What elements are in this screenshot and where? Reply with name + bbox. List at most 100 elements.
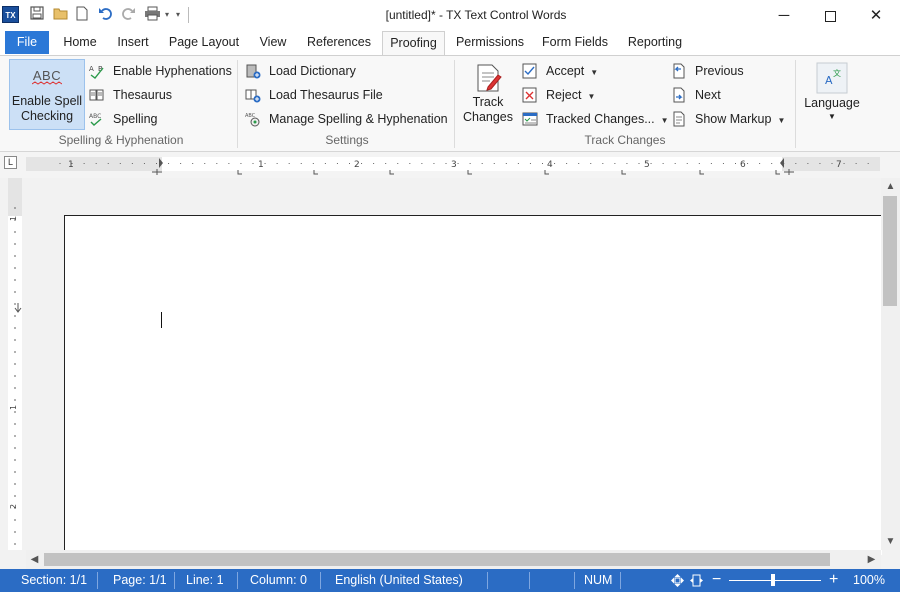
language-dropdown-icon: ▼	[828, 112, 836, 121]
thesaurus-label: Thesaurus	[113, 88, 173, 102]
tab-insert[interactable]: Insert	[111, 31, 155, 55]
show-markup-button[interactable]: Show Markup ▼	[671, 109, 785, 129]
status-separator	[174, 572, 175, 589]
tab-file[interactable]: File	[5, 31, 49, 54]
ruler-number: 4	[547, 160, 553, 170]
tab-view[interactable]: View	[253, 31, 293, 55]
load-thesaurus-file-label: Load Thesaurus File	[269, 88, 383, 102]
ruler-number: 2	[354, 160, 360, 170]
manage-spelling-label: Manage Spelling & Hyphenation	[269, 112, 448, 126]
vruler-number: 2	[9, 504, 18, 509]
svg-text:文: 文	[833, 68, 841, 78]
next-label: Next	[695, 88, 721, 102]
group-separator	[454, 60, 455, 148]
reject-button[interactable]: Reject ▼	[522, 85, 595, 105]
maximize-icon[interactable]	[807, 0, 853, 31]
dictionary-icon	[245, 63, 261, 79]
zoom-slider-track[interactable]	[729, 580, 821, 581]
spelling-group-label: Spelling & Hyphenation	[58, 133, 184, 147]
tracked-changes-dropdown-icon[interactable]: ▼	[661, 116, 669, 125]
track-changes-label-1: Track	[472, 95, 504, 109]
tab-page-layout[interactable]: Page Layout	[163, 31, 245, 55]
vertical-scrollbar[interactable]: ▲ ▼	[881, 178, 900, 550]
ruler-margin-right	[782, 157, 880, 171]
reject-dropdown-icon[interactable]: ▼	[587, 92, 595, 101]
vertical-ruler[interactable]: 1 1 2	[4, 178, 24, 550]
vruler-margin-top	[8, 178, 22, 216]
tab-reporting[interactable]: Reporting	[621, 31, 689, 55]
status-section: Section: 1/1	[21, 573, 88, 587]
reject-label: Reject	[546, 88, 582, 102]
text-cursor	[161, 312, 162, 328]
thesaurus-file-icon	[245, 87, 261, 103]
enable-spell-checking-button[interactable]: ABC Enable Spell Checking	[9, 59, 85, 130]
zoom-slider-thumb[interactable]	[771, 574, 775, 586]
reject-icon	[522, 87, 538, 103]
spelling-button[interactable]: ABC Spelling	[89, 109, 157, 129]
status-language[interactable]: English (United States)	[335, 569, 463, 592]
tab-permissions[interactable]: Permissions	[451, 31, 529, 55]
horizontal-scroll-thumb[interactable]	[44, 553, 830, 566]
book-icon	[89, 87, 105, 103]
title-bar: TX ▾ ▾ [untitled]* - TX Text Control Wor…	[0, 0, 900, 31]
ruler-number: 7	[836, 160, 842, 170]
tab-proofing[interactable]: Proofing	[382, 31, 445, 56]
horizontal-scrollbar[interactable]: ◀ ▶	[26, 550, 881, 569]
settings-group-label: Settings	[325, 133, 369, 147]
tracked-changes-icon	[522, 111, 538, 127]
tracked-changes-button[interactable]: Tracked Changes... ▼	[522, 109, 669, 129]
zoom-out-icon[interactable]: −	[712, 569, 721, 592]
close-icon[interactable]: ✕	[853, 0, 899, 31]
status-page: Page: 1/1	[113, 573, 167, 587]
status-separator	[620, 572, 621, 589]
previous-label: Previous	[695, 64, 744, 78]
scroll-left-icon[interactable]: ◀	[26, 551, 43, 568]
language-icon: A文	[802, 62, 862, 96]
status-separator	[529, 572, 530, 589]
tab-form-fields[interactable]: Form Fields	[537, 31, 613, 55]
vruler-text-area	[8, 216, 22, 550]
document-area: 1 1 2 ▲ ▼ ◀ ▶	[0, 178, 900, 569]
ribbon-tabs: File Home Insert Page Layout View Refere…	[0, 31, 900, 56]
accept-dropdown-icon[interactable]: ▼	[590, 68, 598, 77]
ruler-number: 1	[68, 160, 74, 170]
enable-hyphenations-button[interactable]: A B Enable Hyphenations	[89, 61, 232, 81]
document-page[interactable]	[64, 215, 882, 555]
previous-button[interactable]: Previous	[671, 61, 744, 81]
zoom-in-icon[interactable]: +	[829, 569, 838, 592]
tab-home[interactable]: Home	[57, 31, 103, 55]
ruler-text-area	[162, 157, 782, 171]
zoom-level[interactable]: 100%	[853, 569, 885, 592]
status-line: Line: 1	[186, 573, 224, 587]
ruler-number: 3	[451, 160, 457, 170]
show-markup-dropdown-icon[interactable]: ▼	[777, 116, 785, 125]
scroll-right-icon[interactable]: ▶	[863, 551, 880, 568]
language-label: Language	[804, 96, 860, 110]
language-button[interactable]: A文 Language ▼	[802, 59, 862, 130]
status-num-lock: NUM	[584, 573, 613, 587]
load-dictionary-button[interactable]: Load Dictionary	[245, 61, 356, 81]
scroll-up-icon[interactable]: ▲	[882, 178, 899, 195]
accept-icon	[522, 63, 538, 79]
load-dictionary-label: Load Dictionary	[269, 64, 356, 78]
ruler-number: 5	[644, 160, 650, 170]
enable-spell-checking-label-2: Checking	[20, 109, 74, 123]
fit-width-icon[interactable]	[689, 569, 704, 592]
spelling-check-icon: ABC	[89, 111, 105, 127]
hyphenation-icon: AB	[89, 63, 105, 79]
load-thesaurus-file-button[interactable]: Load Thesaurus File	[245, 85, 383, 105]
ruler-number: 1	[258, 160, 264, 170]
vertical-scroll-thumb[interactable]	[883, 196, 897, 306]
manage-spelling-button[interactable]: ABC Manage Spelling & Hyphenation	[245, 109, 448, 129]
fit-page-icon[interactable]	[670, 569, 685, 592]
ribbon: ABC Enable Spell Checking A B Enable Hyphe…	[0, 55, 900, 152]
scroll-down-icon[interactable]: ▼	[882, 533, 899, 550]
tab-references[interactable]: References	[302, 31, 376, 55]
minimize-icon[interactable]: ─	[761, 0, 807, 31]
track-changes-button[interactable]: Track Changes	[462, 59, 514, 130]
next-button[interactable]: Next	[671, 85, 721, 105]
accept-button[interactable]: Accept ▼	[522, 61, 598, 81]
spelling-label: Spelling	[113, 112, 158, 126]
thesaurus-button[interactable]: Thesaurus	[89, 85, 172, 105]
horizontal-ruler[interactable]: L 11234567	[0, 152, 900, 178]
